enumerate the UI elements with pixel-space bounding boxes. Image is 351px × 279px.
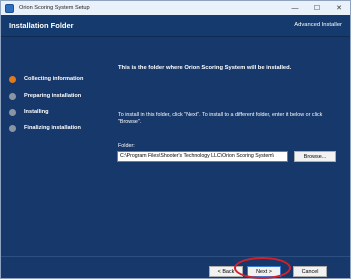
next-button[interactable]: Next > xyxy=(247,266,281,277)
panel-instructions: To install in this folder, click "Next".… xyxy=(118,112,323,125)
close-button[interactable]: ✕ xyxy=(328,1,350,15)
step-collecting-information: Collecting information xyxy=(9,74,83,84)
step-label: Preparing installation xyxy=(24,93,82,99)
page-title: Installation Folder xyxy=(9,21,74,30)
panel-headline: This is the folder where Orion Scoring S… xyxy=(118,65,292,71)
step-preparing-installation: Preparing installation xyxy=(9,91,81,101)
step-installing: Installing xyxy=(9,107,49,117)
button-bar: < Back Next > Cancel xyxy=(1,256,350,278)
cancel-button[interactable]: Cancel xyxy=(293,266,327,277)
brand-label: Advanced Installer xyxy=(294,22,342,28)
wizard-content: Collecting information Preparing install… xyxy=(1,38,350,256)
step-active-icon xyxy=(9,75,16,83)
back-button[interactable]: < Back xyxy=(209,266,243,277)
step-pending-icon xyxy=(9,124,16,132)
browse-button[interactable]: Browse... xyxy=(294,151,336,162)
progress-sidebar: Collecting information Preparing install… xyxy=(1,38,108,256)
step-pending-icon xyxy=(9,108,16,116)
step-label: Finalizing installation xyxy=(24,125,81,131)
step-pending-icon xyxy=(9,92,16,100)
window-title: Orion Scoring System Setup xyxy=(19,5,90,11)
folder-path-input[interactable]: C:\Program Files\Shooter's Technology LL… xyxy=(117,151,288,162)
folder-label: Folder: xyxy=(118,143,135,149)
minimize-button[interactable]: — xyxy=(284,1,306,15)
title-bar: Orion Scoring System Setup — ☐ ✕ xyxy=(1,1,350,15)
page-header: Installation Folder Advanced Installer xyxy=(1,15,350,37)
setup-app-icon xyxy=(5,3,14,13)
folder-panel: This is the folder where Orion Scoring S… xyxy=(108,38,350,256)
window-controls: — ☐ ✕ xyxy=(284,1,350,15)
step-label: Installing xyxy=(24,109,49,115)
installer-window: Orion Scoring System Setup — ☐ ✕ Install… xyxy=(0,0,351,279)
step-finalizing-installation: Finalizing installation xyxy=(9,123,81,133)
step-label: Collecting information xyxy=(24,76,84,82)
maximize-button[interactable]: ☐ xyxy=(306,1,328,15)
